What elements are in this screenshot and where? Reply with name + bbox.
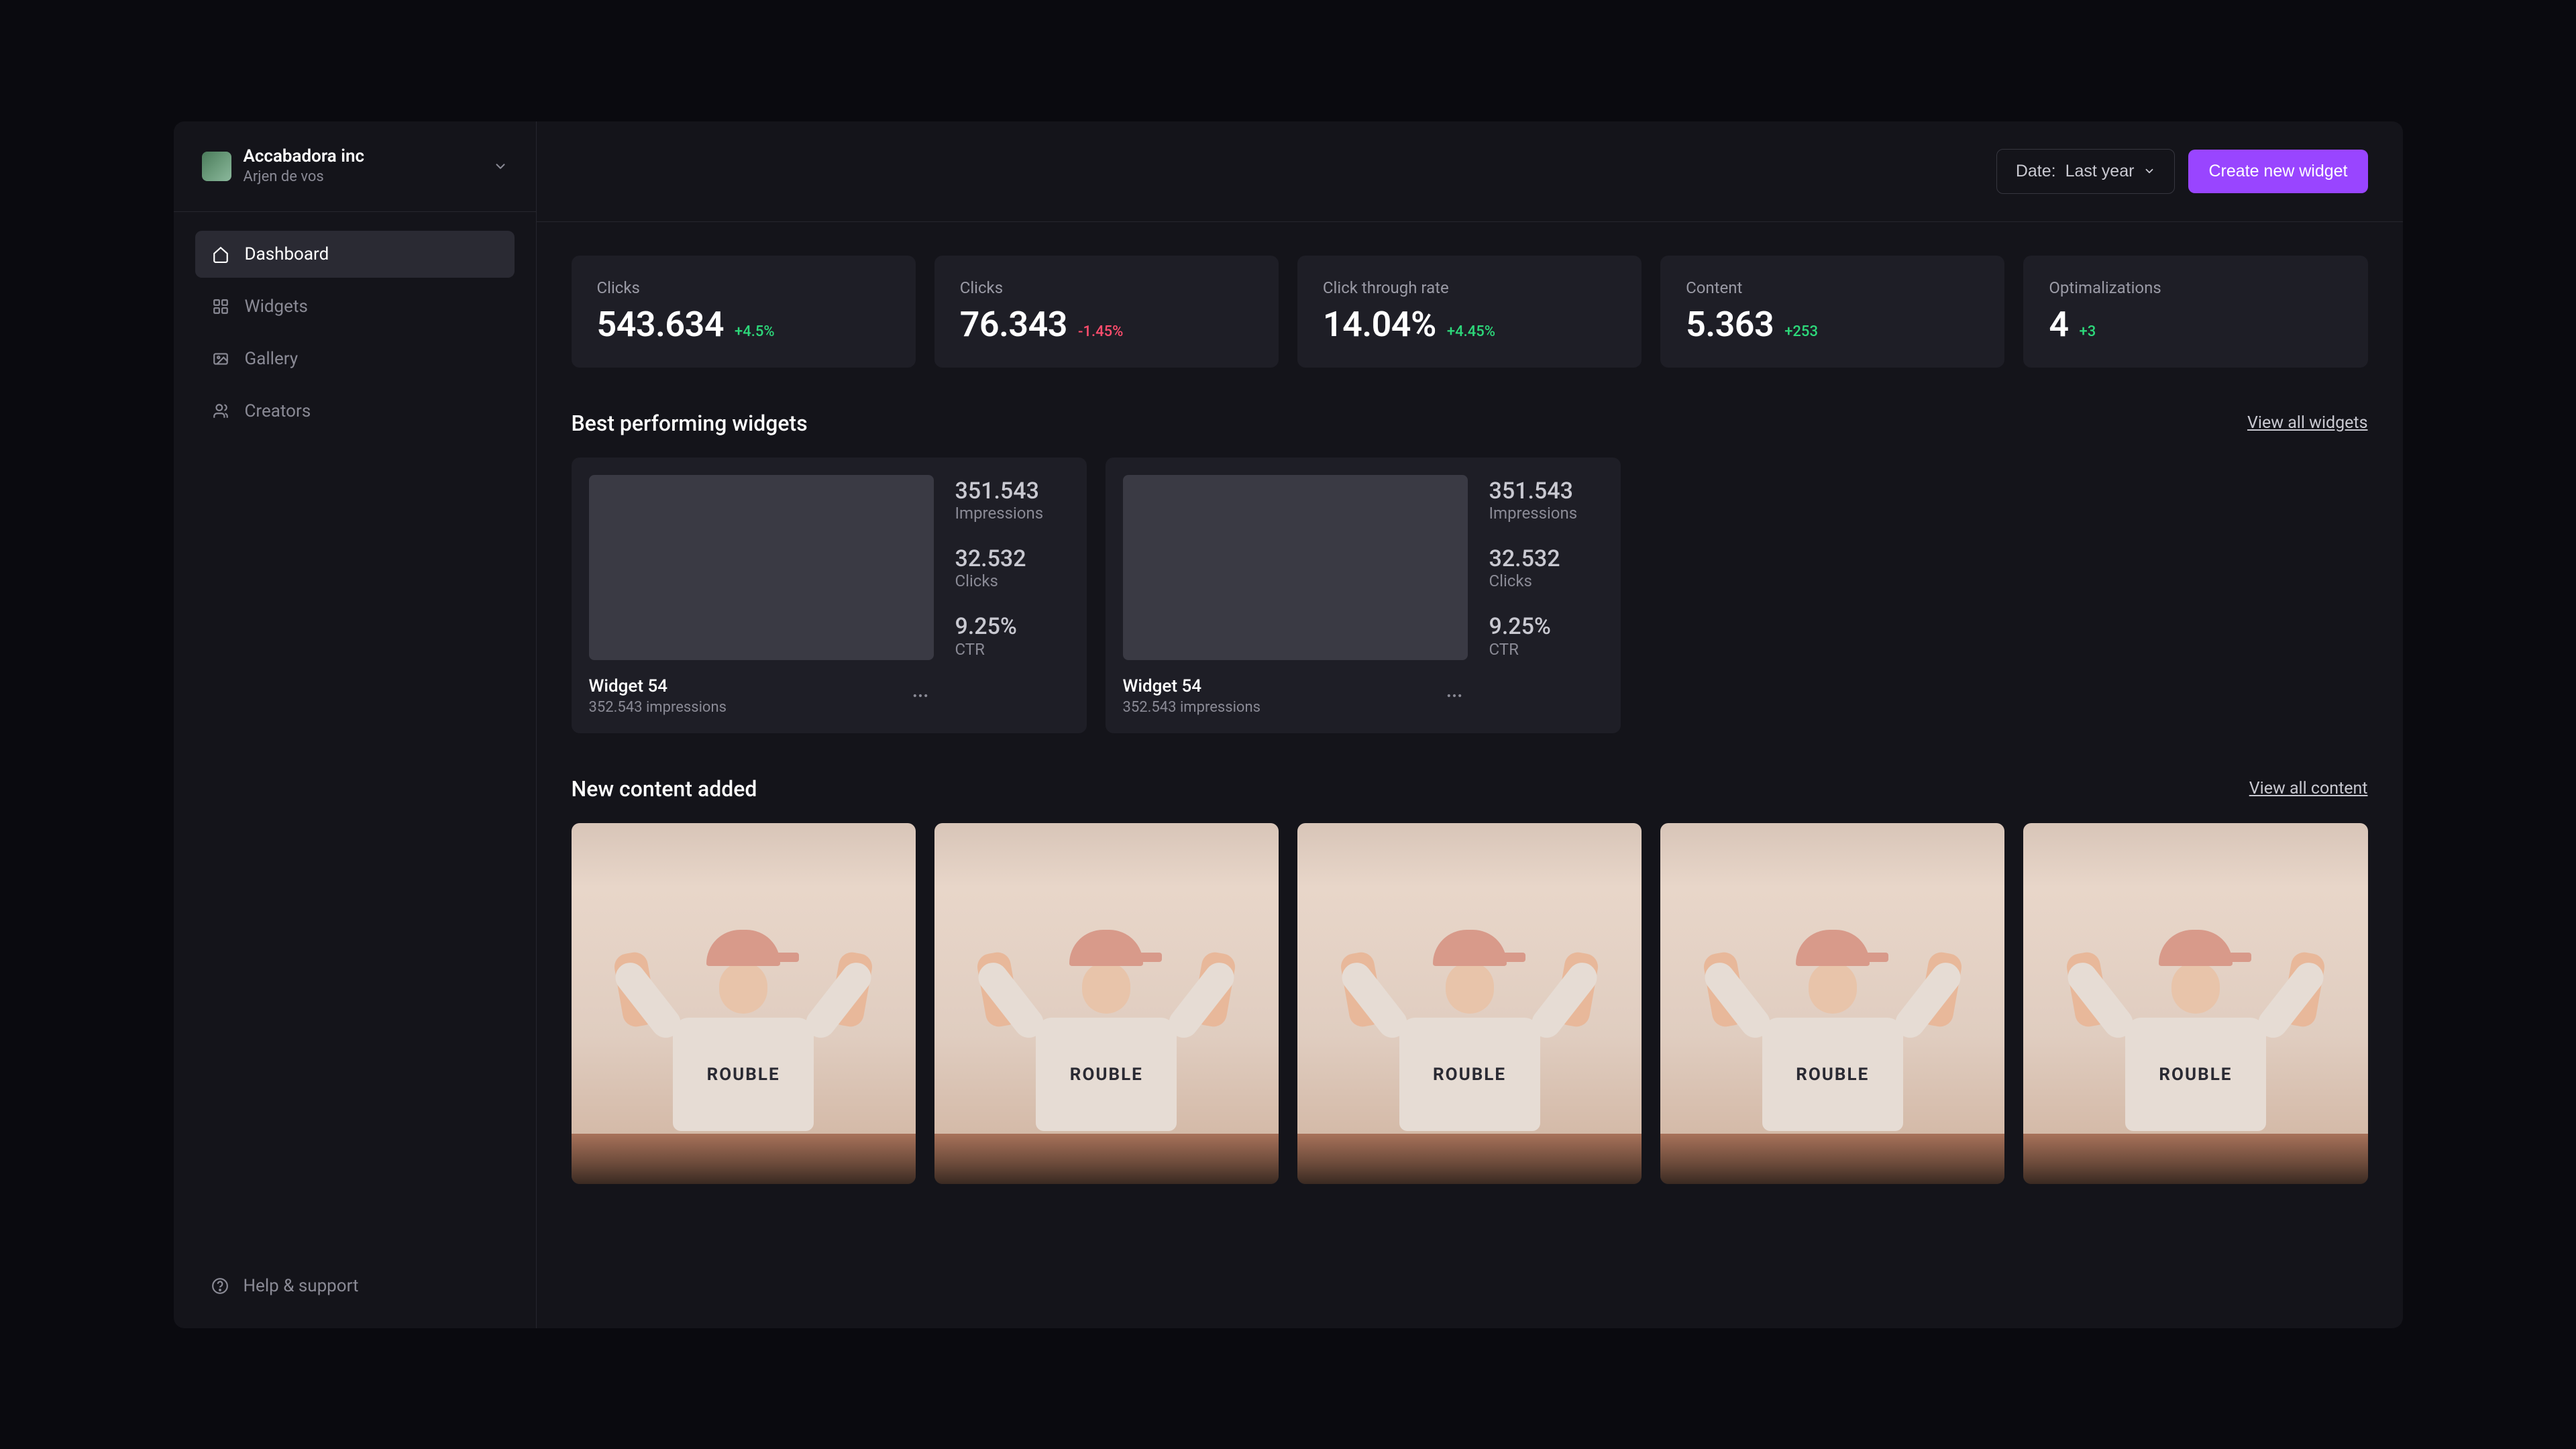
content-tile[interactable]: ROUBLE	[1297, 823, 1642, 1185]
gallery-icon	[211, 350, 230, 368]
stat-label: Click through rate	[1323, 278, 1616, 297]
widgets-section-title: Best performing widgets	[572, 411, 808, 436]
ctr-label: CTR	[955, 640, 1069, 659]
stat-delta: +253	[1784, 323, 1818, 340]
org-user: Arjen de vos	[244, 168, 481, 187]
chevron-down-icon	[2143, 165, 2155, 177]
widget-card[interactable]: Widget 54 352.543 impressions 351.543 Im…	[572, 458, 1087, 733]
org-switcher[interactable]: Accabadora inc Arjen de vos	[174, 121, 536, 212]
stat-delta: -1.45%	[1078, 323, 1123, 340]
help-icon	[211, 1277, 229, 1295]
chevron-down-icon	[493, 159, 508, 174]
stat-value: 543.634	[597, 304, 724, 345]
widgets-icon	[211, 297, 230, 316]
content-image: ROUBLE	[934, 823, 1279, 1185]
content-tile[interactable]: ROUBLE	[934, 823, 1279, 1185]
widget-card[interactable]: Widget 54 352.543 impressions 351.543 Im…	[1106, 458, 1621, 733]
content-image: ROUBLE	[572, 823, 916, 1185]
ctr-value: 9.25%	[1489, 614, 1603, 639]
stat-value: 14.04%	[1323, 304, 1436, 345]
ctr-label: CTR	[1489, 640, 1603, 659]
impressions-label: Impressions	[1489, 504, 1603, 523]
impressions-value: 351.543	[955, 479, 1069, 504]
content-tile[interactable]: ROUBLE	[572, 823, 916, 1185]
sidebar-item-label: Widgets	[245, 297, 308, 317]
date-value: Last year	[2065, 162, 2135, 181]
date-prefix: Date:	[2016, 162, 2056, 181]
widget-name: Widget 54	[589, 676, 727, 696]
impressions-label: Impressions	[955, 504, 1069, 523]
ctr-value: 9.25%	[955, 614, 1069, 639]
clicks-label: Clicks	[1489, 572, 1603, 590]
content-image: ROUBLE	[2023, 823, 2367, 1185]
content-tile[interactable]: ROUBLE	[2023, 823, 2367, 1185]
help-support-link[interactable]: Help & support	[195, 1263, 515, 1309]
sidebar-item-label: Dashboard	[245, 244, 329, 264]
sidebar-item-creators[interactable]: Creators	[195, 388, 515, 435]
stat-label: Content	[1686, 278, 1979, 297]
sidebar-item-label: Gallery	[245, 349, 299, 369]
stat-card: Optimalizations 4 +3	[2023, 256, 2367, 368]
stat-delta: +3	[2080, 323, 2096, 340]
widget-name: Widget 54	[1123, 676, 1260, 696]
stat-card: Clicks 543.634 +4.5%	[572, 256, 916, 368]
stat-delta: +4.45%	[1447, 323, 1495, 340]
stat-delta: +4.5%	[735, 323, 775, 340]
more-menu-button[interactable]	[1441, 682, 1468, 709]
home-icon	[211, 245, 230, 264]
stat-card: Click through rate 14.04% +4.45%	[1297, 256, 1642, 368]
create-widget-button[interactable]: Create new widget	[2188, 150, 2367, 193]
users-icon	[211, 402, 230, 421]
sidebar-item-label: Creators	[245, 401, 311, 421]
widget-subtext: 352.543 impressions	[1123, 699, 1260, 716]
sidebar-item-widgets[interactable]: Widgets	[195, 283, 515, 330]
org-name: Accabadora inc	[244, 146, 481, 168]
stat-card: Clicks 76.343 -1.45%	[934, 256, 1279, 368]
date-range-select[interactable]: Date: Last year	[1996, 149, 2176, 194]
clicks-value: 32.532	[1489, 547, 1603, 572]
stat-card: Content 5.363 +253	[1660, 256, 2004, 368]
stat-label: Clicks	[597, 278, 890, 297]
org-avatar	[202, 152, 231, 181]
widget-thumbnail	[589, 475, 934, 660]
widget-thumbnail	[1123, 475, 1468, 660]
sidebar-item-gallery[interactable]: Gallery	[195, 335, 515, 382]
stat-value: 5.363	[1686, 304, 1774, 345]
help-label: Help & support	[244, 1276, 359, 1296]
stat-label: Clicks	[960, 278, 1253, 297]
stat-value: 76.343	[960, 304, 1067, 345]
view-all-content-link[interactable]: View all content	[2249, 779, 2368, 798]
content-tile[interactable]: ROUBLE	[1660, 823, 2004, 1185]
content-section-title: New content added	[572, 776, 757, 802]
stat-label: Optimalizations	[2049, 278, 2342, 297]
content-image: ROUBLE	[1660, 823, 2004, 1185]
content-image: ROUBLE	[1297, 823, 1642, 1185]
more-menu-button[interactable]	[907, 682, 934, 709]
clicks-value: 32.532	[955, 547, 1069, 572]
impressions-value: 351.543	[1489, 479, 1603, 504]
sidebar-item-dashboard[interactable]: Dashboard	[195, 231, 515, 278]
widget-subtext: 352.543 impressions	[589, 699, 727, 716]
clicks-label: Clicks	[955, 572, 1069, 590]
view-all-widgets-link[interactable]: View all widgets	[2247, 413, 2368, 433]
stat-value: 4	[2049, 304, 2068, 345]
